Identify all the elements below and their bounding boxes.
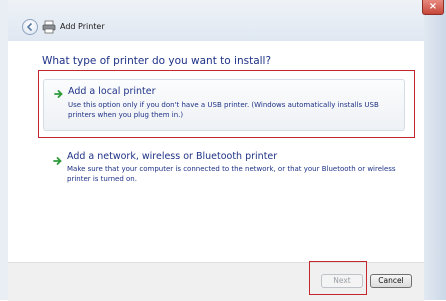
add-network-printer-option[interactable]: Add a network, wireless or Bluetooth pri… — [43, 147, 405, 193]
window-frame-right — [424, 0, 446, 300]
add-printer-window: × Add Printer What type of printer do yo… — [0, 0, 446, 301]
highlight-box — [38, 70, 415, 138]
title-bar — [0, 0, 446, 40]
close-icon: × — [428, 1, 438, 12]
option-title: Add a network, wireless or Bluetooth pri… — [67, 151, 278, 162]
window-frame-left — [0, 0, 8, 300]
cancel-button[interactable]: Cancel — [370, 274, 412, 288]
highlight-box — [309, 261, 367, 295]
back-button[interactable] — [22, 19, 38, 35]
green-arrow-icon — [53, 157, 62, 165]
printer-icon — [42, 20, 56, 34]
page-heading: What type of printer do you want to inst… — [42, 55, 272, 67]
window-title: Add Printer — [60, 22, 105, 31]
option-description: Make sure that your computer is connecte… — [67, 165, 396, 183]
back-arrow-icon — [26, 22, 33, 32]
close-button[interactable]: × — [422, 0, 444, 15]
